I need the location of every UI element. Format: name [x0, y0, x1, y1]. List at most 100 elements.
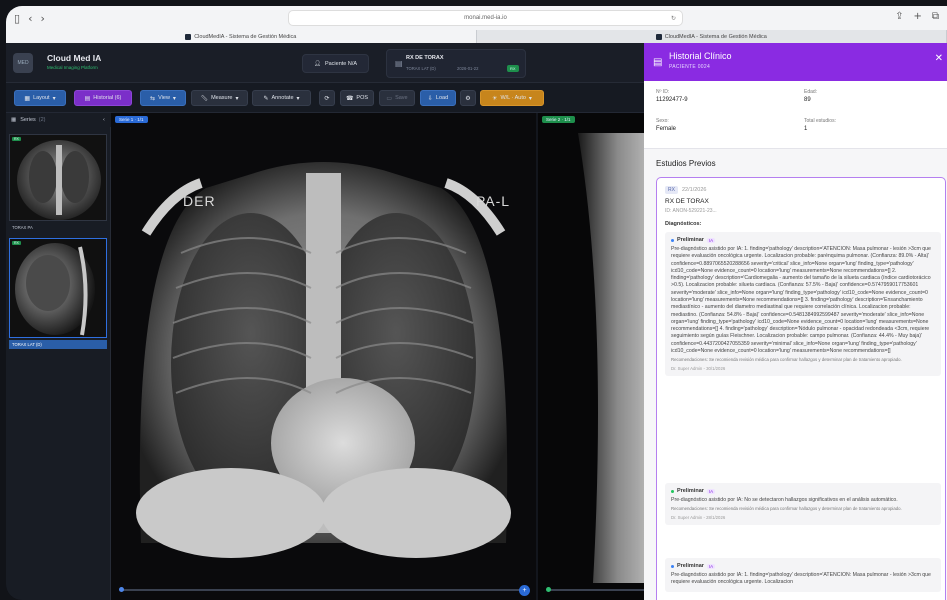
window-level-button[interactable]: ☀ W/L · Auto ▾	[480, 90, 544, 106]
study-card[interactable]: ▤ RX DE TORAX TORAX LAT (D) 2026-01-22 R…	[386, 49, 526, 78]
chevron-down-icon: ▾	[528, 94, 532, 102]
status-dot	[671, 564, 674, 568]
contrast-icon: ☀	[492, 94, 498, 102]
slider-knob[interactable]	[119, 587, 124, 592]
previous-studies-heading: Estudios Previos	[656, 159, 716, 168]
close-icon[interactable]: ✕	[935, 53, 943, 64]
study-date: 22/1/2026	[682, 187, 707, 193]
browser-tab-2[interactable]: CloudMedIA - Sistema de Gestión Médica	[477, 30, 947, 43]
browser-tab-1[interactable]: CloudMedIA - Sistema de Gestión Médica	[6, 30, 477, 43]
app-window: ▯ ‹ › monai.med-ia.io ↻ ⇪ + ⧉ CloudMedIA…	[6, 6, 947, 600]
study-date: 2026-01-22	[457, 66, 479, 71]
diagnosis-entry: Preliminar IA Pre-diagnóstico asistido po…	[665, 483, 941, 525]
orientation-label-left: DER	[183, 193, 216, 209]
grid-icon: ▦	[24, 94, 31, 102]
diagnosis-recommendation: Recomendaciones: Se recomienda revisión …	[671, 357, 902, 363]
secondary-viewport[interactable]: Serie 2 · 1/1	[538, 113, 644, 600]
favicon-icon	[185, 33, 192, 40]
forward-icon[interactable]: ›	[40, 12, 44, 25]
pos-button[interactable]: ☎ POS	[340, 90, 374, 106]
series-thumbnail-selected[interactable]: RX	[9, 238, 107, 338]
annotate-icon: ✎	[263, 94, 269, 102]
series-sidebar: ▦ Series (2) ‹ RX TORAX PA RX TORAX LAT …	[6, 113, 111, 600]
study-history-card[interactable]: RX 22/1/2026 RX DE TORAX ID: ANON-529221…	[656, 177, 946, 600]
study-series: TORAX LAT (D)	[406, 66, 436, 71]
favicon-icon	[655, 33, 662, 40]
browser-tabs: CloudMedIA - Sistema de Gestión Médica C…	[6, 30, 947, 43]
rotate-icon: ⟳	[324, 94, 330, 102]
new-tab-icon[interactable]: +	[913, 11, 921, 22]
diagnosis-text: Pre-diagnóstico asistido por IA: 1. find…	[671, 572, 931, 586]
series-badge-2: Serie 2 · 1/1	[542, 116, 575, 123]
load-icon: ⇩	[427, 94, 433, 102]
back-icon[interactable]: ‹	[28, 12, 32, 25]
chest-xray-lat-image	[538, 113, 644, 600]
app-header: MED Cloud Med IA Medical Imaging Platfor…	[6, 43, 644, 83]
slice-slider[interactable]	[119, 587, 521, 592]
series-badge: Serie 1 · 1/1	[115, 116, 148, 123]
rotate-button[interactable]: ⟳	[319, 90, 335, 106]
patient-sex: Sexo: Female	[656, 118, 677, 132]
share-icon[interactable]: ⇪	[895, 11, 903, 22]
series-header: ▦ Series (2) ‹	[6, 113, 111, 127]
viewer-toolbar: ▦ Layout ▾ ▤ Historial (6) ⇆ View ▾ 📏︎ Measure…	[6, 83, 644, 113]
panel-header: ▤ Historial Clínico PACIENTE 0024 ✕	[644, 43, 947, 81]
series-thumbnail[interactable]: RX	[9, 134, 107, 221]
brand-title: Cloud Med IA	[47, 53, 102, 63]
slice-slider-2[interactable]	[546, 587, 644, 592]
panel-subtitle: PACIENTE 0024	[669, 64, 711, 70]
save-icon: ▭	[386, 94, 393, 102]
app: MED Cloud Med IA Medical Imaging Platfor…	[6, 43, 947, 600]
url-text: monai.med-ia.io	[464, 15, 507, 21]
diagnosis-entry: Preliminar IA Pre-diagnóstico asistido po…	[665, 232, 941, 376]
document-icon: ▤	[653, 57, 663, 68]
total-studies: Total estudios: 1	[804, 118, 836, 132]
chevron-down-icon: ▾	[296, 94, 300, 102]
main-viewport[interactable]: Serie 1 · 1/1 DER PA-L +	[111, 113, 536, 600]
diagnosis-entry: Preliminar IA Pre-diagnóstico asistido po…	[665, 558, 941, 592]
xray-thumbnail-lat	[10, 239, 106, 337]
panel-title: Historial Clínico	[669, 51, 732, 61]
logo: MED	[13, 53, 33, 73]
diagnosis-text: Pre-diagnóstico asistido por IA: No se d…	[671, 497, 898, 503]
patient-id: Nº ID: 11292477-9	[656, 89, 688, 103]
annotate-button[interactable]: ✎ Annotate ▾	[252, 90, 311, 106]
add-icon[interactable]: +	[519, 585, 530, 596]
chevron-down-icon: ▾	[172, 94, 176, 102]
sidebar-toggle-icon[interactable]: ▯	[14, 12, 20, 25]
chevron-down-icon: ▾	[235, 94, 239, 102]
diagnosis-text: Pre-diagnóstico asistido por IA: 1. find…	[671, 246, 931, 354]
view-icon: ⇆	[150, 94, 156, 102]
patient-pill[interactable]: 👤︎ Paciente N/A	[302, 54, 369, 73]
study-title: RX DE TORAX	[665, 198, 709, 205]
chevron-down-icon: ▾	[52, 94, 56, 102]
user-icon: 👤︎	[313, 60, 321, 67]
address-bar[interactable]: monai.med-ia.io ↻	[288, 10, 683, 26]
xray-thumbnail-pa	[10, 135, 106, 220]
reload-icon[interactable]: ↻	[671, 15, 676, 22]
ruler-icon: 📏︎	[200, 94, 209, 102]
load-button[interactable]: ⇩ Load	[420, 90, 456, 106]
diagnosis-recommendation: Recomendaciones: Se recomienda revisión …	[671, 506, 902, 512]
save-button[interactable]: ▭ Save	[379, 90, 415, 106]
layout-button[interactable]: ▦ Layout ▾	[14, 90, 66, 106]
slider-knob-2[interactable]	[546, 587, 551, 592]
measure-button[interactable]: 📏︎ Measure ▾	[191, 90, 248, 106]
view-button[interactable]: ⇆ View ▾	[140, 90, 186, 106]
diagnosis-author: Dr. Super Admin - 28/1/2026	[671, 514, 726, 520]
chest-xray-pa-image	[111, 113, 536, 600]
history-icon: ▤	[84, 94, 91, 102]
collapse-icon[interactable]: ‹	[103, 117, 105, 123]
diagnoses-label: Diagnósticos:	[665, 221, 702, 227]
pos-icon: ☎	[345, 94, 354, 102]
series-label: TORAX PA	[12, 225, 33, 230]
study-id: ID: ANON-529221-23...	[665, 208, 717, 214]
historial-button[interactable]: ▤ Historial (6)	[74, 90, 132, 106]
settings-button[interactable]: ⚙	[460, 90, 476, 106]
patient-age: Edad: 89	[804, 89, 818, 103]
tab-overview-icon[interactable]: ⧉	[932, 11, 939, 22]
brand-subtitle: Medical Imaging Platform	[47, 65, 98, 70]
series-label-selected: TORAX LAT (D)	[9, 340, 107, 349]
status-dot	[671, 489, 674, 493]
diagnosis-author: Dr. Super Admin - 30/1/2026	[671, 365, 726, 371]
